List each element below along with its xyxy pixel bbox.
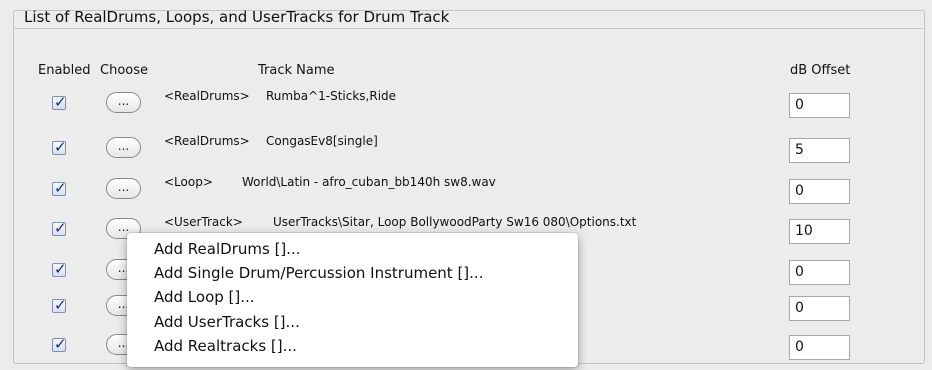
header-track-name: Track Name [258,63,335,78]
checkmark-icon: ✓ [54,219,67,237]
menu-item-add-realdrums[interactable]: Add RealDrums []... [154,240,301,258]
add-track-context-menu: Add RealDrums []... Add Single Drum/Perc… [127,233,578,367]
enabled-checkbox[interactable]: ✓ [52,219,67,237]
checkmark-icon: ✓ [54,296,67,314]
choose-button[interactable]: ... [106,137,141,158]
enabled-checkbox[interactable]: ✓ [52,296,67,314]
track-row: ✓ ... <RealDrums> Rumba^1-Sticks,Ride 0 [0,87,932,121]
enabled-checkbox[interactable]: ✓ [52,138,67,156]
track-row: ✓ ... <RealDrums> CongasEv8[single] 5 [0,132,932,166]
track-name: Rumba^1-Sticks,Ride [266,89,397,103]
panel-divider [13,28,923,29]
track-name: CongasEv8[single] [266,134,378,148]
db-offset-field[interactable]: 5 [789,138,850,163]
choose-button[interactable]: ... [106,178,141,199]
header-db-offset: dB Offset [790,63,851,78]
enabled-checkbox[interactable]: ✓ [52,260,67,278]
track-type: <UserTrack> [164,215,243,229]
track-type: <RealDrums> [164,134,250,148]
choose-button[interactable]: ... [106,92,141,113]
checkmark-icon: ✓ [54,138,67,156]
enabled-checkbox[interactable]: ✓ [52,335,67,353]
db-offset-field[interactable]: 10 [789,219,850,244]
header-enabled: Enabled [38,63,91,78]
checkmark-icon: ✓ [54,179,67,197]
menu-item-add-loop[interactable]: Add Loop []... [154,288,255,306]
checkmark-icon: ✓ [54,335,67,353]
db-offset-field[interactable]: 0 [789,179,850,204]
db-offset-field[interactable]: 0 [789,296,850,321]
panel-title: List of RealDrums, Loops, and UserTracks… [24,8,450,26]
menu-item-add-single-drum[interactable]: Add Single Drum/Percussion Instrument []… [154,264,483,282]
menu-item-add-realtracks[interactable]: Add Realtracks []... [154,337,297,355]
track-row: ✓ ... <Loop> World\Latin - afro_cuban_bb… [0,173,932,207]
header-choose: Choose [100,63,148,78]
db-offset-field[interactable]: 0 [789,93,850,118]
enabled-checkbox[interactable]: ✓ [52,179,67,197]
menu-item-add-usertracks[interactable]: Add UserTracks []... [154,313,300,331]
db-offset-field[interactable]: 0 [789,335,850,360]
checkmark-icon: ✓ [54,93,67,111]
checkmark-icon: ✓ [54,260,67,278]
track-name: UserTracks\Sitar, Loop BollywoodParty Sw… [273,215,637,229]
track-name: World\Latin - afro_cuban_bb140h sw8.wav [242,175,496,189]
track-type: <RealDrums> [164,89,250,103]
db-offset-field[interactable]: 0 [789,260,850,285]
track-type: <Loop> [164,175,213,189]
enabled-checkbox[interactable]: ✓ [52,93,67,111]
